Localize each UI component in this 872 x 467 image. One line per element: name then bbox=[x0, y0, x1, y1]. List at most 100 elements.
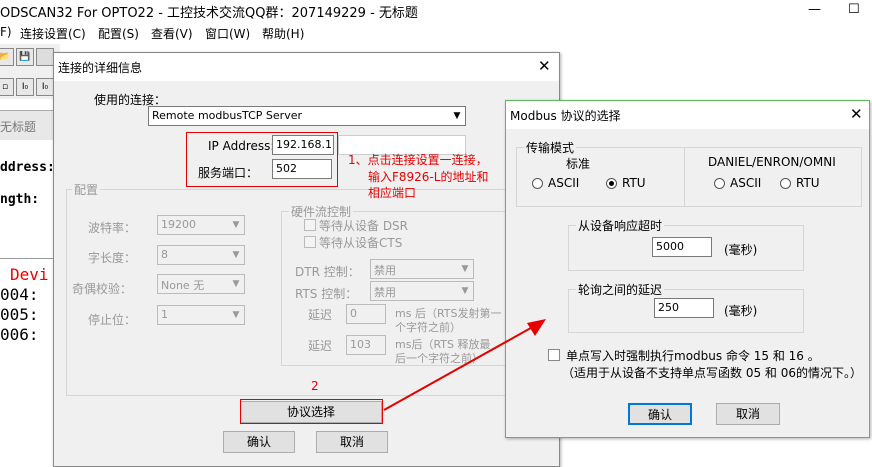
address-label: ddress: bbox=[0, 160, 55, 175]
highlight-box-ip bbox=[186, 132, 338, 187]
stopbit-value: 1 bbox=[161, 308, 168, 321]
ascii-radio[interactable] bbox=[532, 178, 543, 189]
menu-help[interactable]: 帮助(H) bbox=[262, 25, 304, 42]
poll-delay-unit: (毫秒) bbox=[724, 304, 758, 318]
annotation-arrow-icon bbox=[383, 319, 546, 411]
delay1-label: 延迟 bbox=[308, 308, 333, 322]
parity-select[interactable]: None 无 ▼ bbox=[157, 274, 245, 294]
wordlen-label: 字长度： bbox=[88, 251, 137, 265]
annotation-step-1-line3: 相应端口 bbox=[368, 186, 417, 200]
maximize-button[interactable]: ☐ bbox=[848, 2, 860, 17]
force-multiple-label: 单点写入时强制执行modbus 命令 15 和 16 。 bbox=[566, 349, 820, 363]
chevron-down-icon: ▼ bbox=[232, 220, 240, 230]
dtr-value: 禁用 bbox=[374, 264, 396, 277]
rtu-radio[interactable] bbox=[606, 178, 617, 189]
toolbar-io-button-1[interactable]: I₀ bbox=[16, 78, 34, 96]
protocol-dialog-titlebar: Modbus 协议的选择 ✕ bbox=[506, 101, 869, 129]
dsr-label: 等待从设备 DSR bbox=[319, 219, 409, 233]
config-group-label: 配置 bbox=[72, 181, 101, 198]
save-icon[interactable]: 💾 bbox=[16, 48, 34, 66]
cancel-button[interactable]: 取消 bbox=[716, 403, 780, 425]
ok-button[interactable]: 确认 bbox=[628, 403, 692, 425]
minimize-button[interactable]: — bbox=[808, 2, 821, 17]
daniel-label: DANIEL/ENRON/OMNI bbox=[708, 155, 836, 169]
menu-file[interactable]: F) bbox=[0, 25, 12, 39]
rts-label: RTS 控制： bbox=[295, 287, 358, 301]
connection-dialog-titlebar: 连接的详细信息 ✕ bbox=[54, 53, 559, 81]
cancel-button[interactable]: 取消 bbox=[316, 431, 388, 453]
connection-type-select[interactable]: Remote modbusTCP Server ▼ bbox=[148, 106, 466, 126]
child-window-titlebar: 无标题 bbox=[0, 110, 60, 140]
delay1-value: 0 bbox=[350, 307, 357, 320]
cts-label: 等待从设备CTS bbox=[319, 236, 403, 250]
timeout-group-label: 从设备响应超时 bbox=[576, 217, 665, 234]
menu-connection[interactable]: 连接设置(C) bbox=[20, 25, 86, 42]
annotation-step-1-line2: 输入F8926-L的地址和 bbox=[368, 170, 489, 184]
timeout-unit: (毫秒) bbox=[724, 243, 758, 257]
daniel-rtu-label: RTU bbox=[796, 176, 820, 190]
toolbar-io-button-2[interactable]: I₀ bbox=[36, 78, 54, 96]
standard-label: 标准 bbox=[566, 157, 591, 171]
chevron-down-icon: ▼ bbox=[232, 250, 240, 260]
poll-delay-group-label: 轮询之间的延迟 bbox=[576, 281, 665, 298]
wordlen-value: 8 bbox=[161, 248, 168, 261]
poll-delay-input[interactable]: 250 bbox=[654, 298, 714, 318]
toolbar-button-3[interactable] bbox=[36, 48, 54, 66]
dtr-select[interactable]: 禁用 ▼ bbox=[370, 259, 474, 279]
timeout-input[interactable]: 5000 bbox=[652, 237, 712, 257]
baud-select[interactable]: 19200 ▼ bbox=[157, 215, 245, 235]
rts-value: 禁用 bbox=[374, 286, 396, 299]
menu-setup[interactable]: 配置(S) bbox=[98, 25, 139, 42]
delay2-value: 103 bbox=[350, 338, 371, 351]
parity-label: 奇偶校验： bbox=[72, 282, 133, 296]
stopbit-select[interactable]: 1 ▼ bbox=[157, 305, 245, 325]
device-text: Devi bbox=[10, 265, 49, 284]
connection-dialog-title: 连接的详细信息 bbox=[58, 61, 143, 75]
toolbar-io-button-0[interactable]: ▫ bbox=[0, 78, 14, 96]
menu-bar: F) 连接设置(C) 配置(S) 查看(V) 窗口(W) 帮助(H) bbox=[0, 22, 872, 44]
child-window-body: ddress: ngth: Devi 004: 005: 006: bbox=[0, 140, 60, 467]
chevron-down-icon: ▼ bbox=[232, 310, 240, 320]
close-icon[interactable]: ✕ bbox=[538, 57, 551, 75]
data-display: Devi 004: 005: 006: bbox=[0, 258, 60, 467]
chevron-down-icon: ▼ bbox=[453, 111, 461, 121]
app-titlebar: ODSCAN32 For OPTO22 - 工控技术交流QQ群：20714922… bbox=[0, 0, 872, 22]
highlight-box-protocol bbox=[240, 399, 383, 424]
dtr-label: DTR 控制： bbox=[295, 265, 360, 279]
close-icon[interactable]: ✕ bbox=[850, 105, 863, 123]
force-multiple-note: （适用于从设备不支持单点写函数 05 和 06的情况下。） bbox=[562, 366, 862, 380]
protocol-dialog-title: Modbus 协议的选择 bbox=[510, 109, 621, 123]
rts-select[interactable]: 禁用 ▼ bbox=[370, 281, 474, 301]
dsr-checkbox[interactable] bbox=[304, 219, 316, 231]
register-line: 005: bbox=[0, 305, 39, 324]
ok-button[interactable]: 确认 bbox=[223, 431, 295, 453]
annotation-step-1-line1: 1、点击连接设置一连接， bbox=[348, 153, 488, 167]
register-line: 004: bbox=[0, 285, 39, 304]
open-icon[interactable]: 📂 bbox=[0, 48, 14, 66]
daniel-ascii-label: ASCII bbox=[730, 176, 762, 190]
annotation-step-2: 2 bbox=[311, 379, 319, 393]
parity-value: None 无 bbox=[161, 279, 205, 292]
chevron-down-icon: ▼ bbox=[232, 279, 240, 289]
menu-window[interactable]: 窗口(W) bbox=[205, 25, 250, 42]
chevron-down-icon: ▼ bbox=[461, 264, 469, 274]
length-label: ngth: bbox=[0, 192, 40, 207]
cts-checkbox[interactable] bbox=[304, 236, 316, 248]
rtu-label: RTU bbox=[622, 176, 646, 190]
register-line: 006: bbox=[0, 325, 39, 344]
ascii-label: ASCII bbox=[548, 176, 580, 190]
menu-view[interactable]: 查看(V) bbox=[151, 25, 193, 42]
stopbit-label: 停止位： bbox=[88, 313, 137, 327]
wordlen-select[interactable]: 8 ▼ bbox=[157, 245, 245, 265]
delay2-label: 延迟 bbox=[308, 339, 333, 353]
app-title: ODSCAN32 For OPTO22 - 工控技术交流QQ群：20714922… bbox=[0, 6, 418, 21]
child-window-title: 无标题 bbox=[0, 120, 37, 134]
baud-label: 波特率： bbox=[88, 221, 137, 235]
transmission-group-label: 传输模式 bbox=[524, 139, 577, 156]
poll-delay-value: 250 bbox=[658, 301, 679, 314]
daniel-ascii-radio[interactable] bbox=[714, 178, 725, 189]
chevron-down-icon: ▼ bbox=[461, 286, 469, 296]
connection-type-value: Remote modbusTCP Server bbox=[152, 109, 303, 122]
timeout-value: 5000 bbox=[656, 240, 684, 253]
daniel-rtu-radio[interactable] bbox=[780, 178, 791, 189]
